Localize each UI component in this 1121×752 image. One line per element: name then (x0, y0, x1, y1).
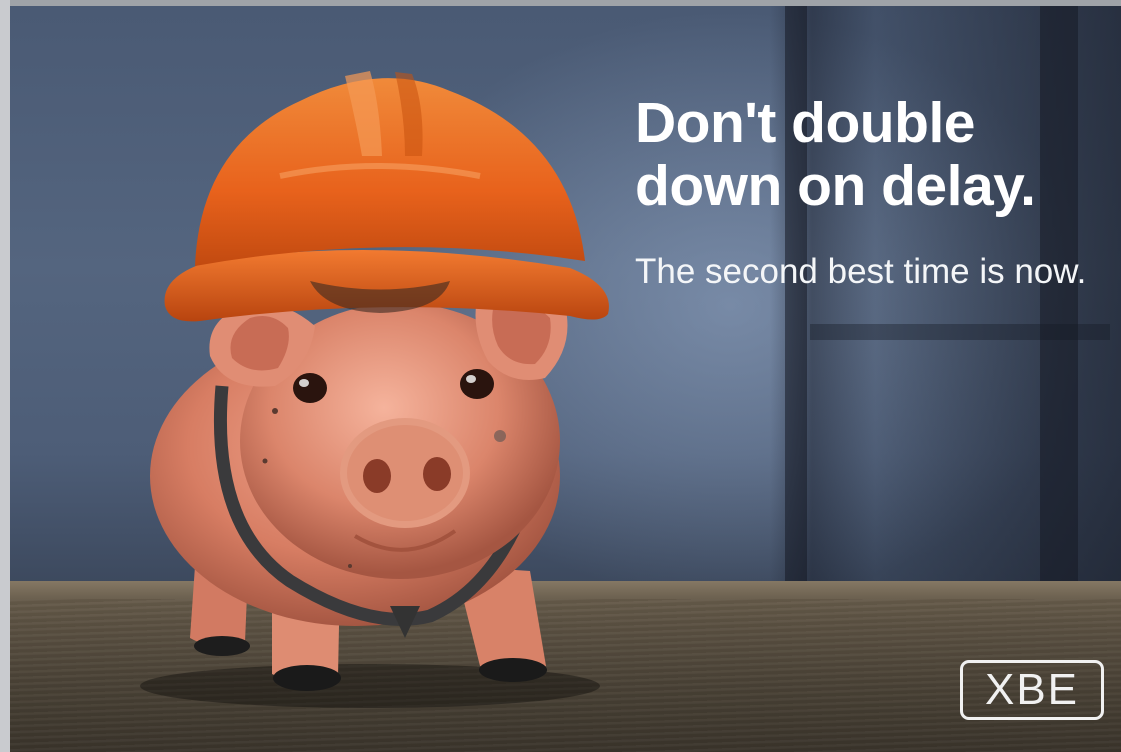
ad-frame: Don't double down on delay. The second b… (0, 0, 1121, 752)
subheadline: The second best time is now. (635, 252, 1087, 291)
pig-nostril-right (423, 457, 451, 491)
logo-text: XBE (984, 665, 1080, 714)
hardhat-dome (195, 78, 585, 266)
headline-line-1: Don't double (635, 91, 975, 155)
pig-eye-left (293, 373, 327, 403)
pig-nostril-left (363, 459, 391, 493)
xbe-logo: XBE (960, 660, 1104, 720)
pig-eye-right (460, 369, 494, 399)
headline-line-2: down on delay. (635, 154, 1036, 218)
background-photo: Don't double down on delay. The second b… (10, 6, 1121, 752)
headline: Don't double down on delay. (635, 92, 1105, 218)
